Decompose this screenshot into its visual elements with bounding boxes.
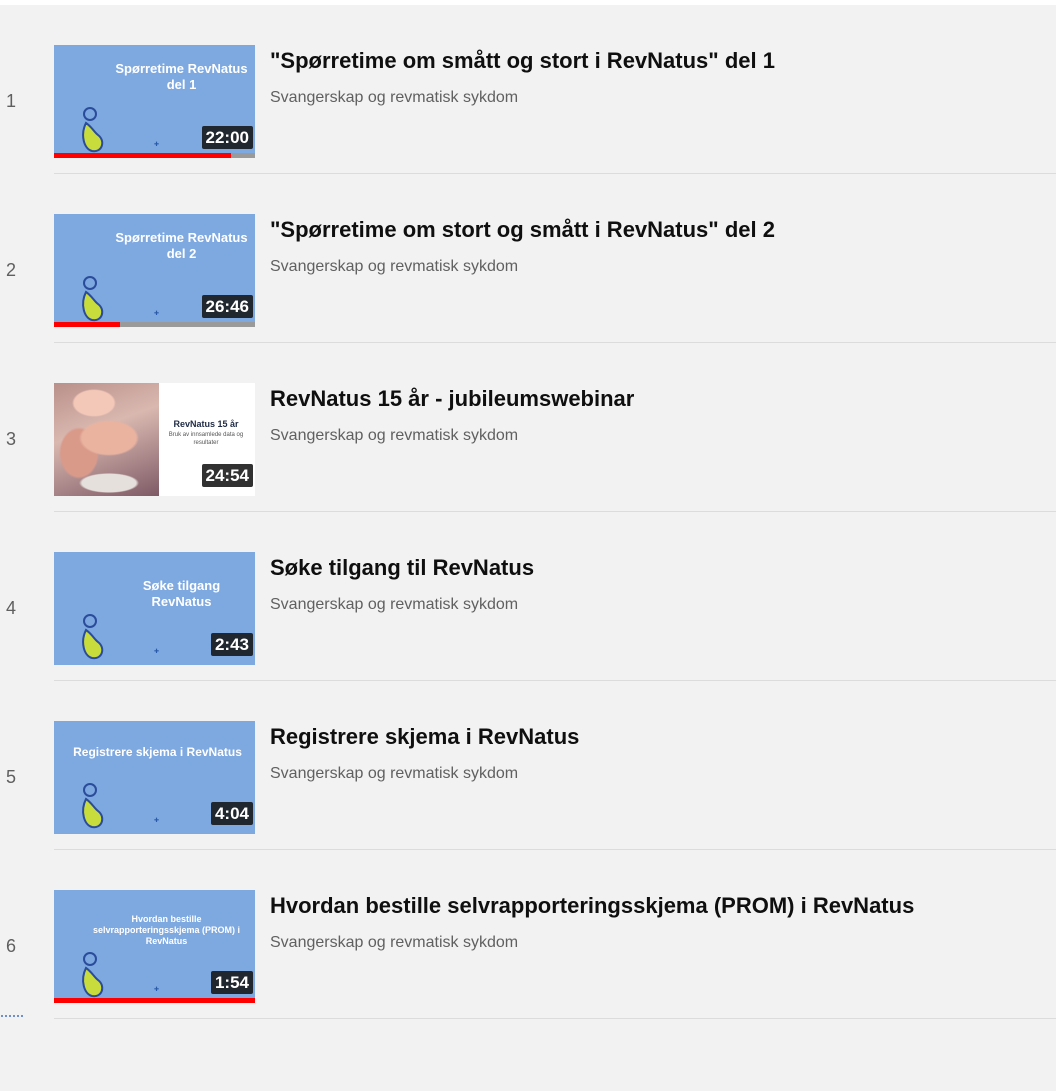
pregnant-figure-icon: [82, 783, 104, 829]
item-index: 3: [6, 429, 17, 449]
watch-progress: [54, 153, 255, 158]
thumbnail-text: Hvordan bestille selvrapporteringsskjema…: [92, 914, 241, 946]
playlist-panel: 1 Spørretime RevNatus del 1 ✚ 22:00 "Spø…: [0, 5, 1056, 1091]
duration-badge: 4:04: [210, 802, 253, 825]
channel-name[interactable]: Svangerskap og revmatisk sykdom: [270, 765, 1046, 783]
video-thumbnail[interactable]: Spørretime RevNatus del 1 ✚ 22:00: [54, 45, 255, 158]
channel-name[interactable]: Svangerskap og revmatisk sykdom: [270, 258, 1046, 276]
playlist-item[interactable]: 5 Registrere skjema i RevNatus ✚ 4:04 Re…: [0, 681, 1056, 850]
video-thumbnail[interactable]: Registrere skjema i RevNatus ✚ 4:04: [54, 721, 255, 834]
video-info: "Spørretime om stort og smått i RevNatus…: [270, 216, 1046, 276]
watch-progress-fill: [54, 322, 121, 327]
playlist-item[interactable]: 3 RevNatus 15 år Bruk av innsamlede data…: [0, 343, 1056, 512]
thumbnail-text: Søke tilgang RevNatus: [142, 578, 221, 609]
video-title[interactable]: "Spørretime om smått og stort i RevNatus…: [270, 47, 1046, 75]
baby-feet-image: [54, 383, 159, 496]
channel-name[interactable]: Svangerskap og revmatisk sykdom: [270, 89, 1046, 107]
logo-icon: ✚: [154, 818, 160, 824]
video-title[interactable]: "Spørretime om stort og smått i RevNatus…: [270, 216, 1046, 244]
video-thumbnail[interactable]: RevNatus 15 år Bruk av innsamlede data o…: [54, 383, 255, 496]
video-info: RevNatus 15 år - jubileumswebinar Svange…: [270, 385, 1046, 445]
playlist-item[interactable]: 1 Spørretime RevNatus del 1 ✚ 22:00 "Spø…: [0, 5, 1056, 174]
item-index: 5: [6, 767, 17, 787]
pregnant-figure-icon: [82, 276, 104, 322]
video-info: "Spørretime om smått og stort i RevNatus…: [270, 47, 1046, 107]
row-divider: [54, 1018, 1056, 1019]
video-thumbnail[interactable]: Spørretime RevNatus del 2 ✚ 26:46: [54, 214, 255, 327]
thumbnail-text: Registrere skjema i RevNatus: [73, 745, 242, 759]
video-title[interactable]: Søke tilgang til RevNatus: [270, 554, 1046, 582]
logo-icon: ✚: [154, 649, 160, 655]
watch-progress: [54, 322, 255, 327]
thumbnail-text: RevNatus 15 år: [173, 419, 239, 429]
channel-name[interactable]: Svangerskap og revmatisk sykdom: [270, 596, 1046, 614]
video-title[interactable]: RevNatus 15 år - jubileumswebinar: [270, 385, 1046, 413]
logo-icon: ✚: [154, 142, 160, 148]
duration-badge: 22:00: [201, 126, 253, 149]
item-index: 1: [6, 91, 17, 111]
watch-progress-fill: [54, 153, 231, 158]
watch-progress: [54, 998, 255, 1003]
item-index: 2: [6, 260, 17, 280]
logo-icon: ✚: [154, 311, 160, 317]
thumbnail-text: Spørretime RevNatus del 2: [115, 230, 248, 261]
video-thumbnail[interactable]: Søke tilgang RevNatus ✚ 2:43: [54, 552, 255, 665]
channel-name[interactable]: Svangerskap og revmatisk sykdom: [270, 934, 1046, 952]
playlist-item[interactable]: 6 Hvordan bestille selvrapporteringsskje…: [0, 850, 1056, 1019]
duration-badge: 24:54: [201, 464, 253, 487]
duration-badge: 1:54: [210, 971, 253, 994]
playlist: 1 Spørretime RevNatus del 1 ✚ 22:00 "Spø…: [0, 5, 1056, 1019]
duration-badge: 2:43: [210, 633, 253, 656]
video-info: Registrere skjema i RevNatus Svangerskap…: [270, 723, 1046, 783]
video-thumbnail[interactable]: Hvordan bestille selvrapporteringsskjema…: [54, 890, 255, 1003]
pregnant-figure-icon: [82, 107, 104, 153]
video-title[interactable]: Hvordan bestille selvrapporteringsskjema…: [270, 892, 1046, 920]
playlist-item[interactable]: 4 Søke tilgang RevNatus ✚ 2:43 Søke tilg…: [0, 512, 1056, 681]
channel-name[interactable]: Svangerskap og revmatisk sykdom: [270, 427, 1046, 445]
video-info: Hvordan bestille selvrapporteringsskjema…: [270, 892, 1046, 952]
duration-badge: 26:46: [201, 295, 253, 318]
playlist-item[interactable]: 2 Spørretime RevNatus del 2 ✚ 26:46 "Spø…: [0, 174, 1056, 343]
video-info: Søke tilgang til RevNatus Svangerskap og…: [270, 554, 1046, 614]
dotted-line-decoration: [0, 1015, 23, 1017]
item-index: 4: [6, 598, 17, 618]
pregnant-figure-icon: [82, 614, 104, 660]
video-title[interactable]: Registrere skjema i RevNatus: [270, 723, 1046, 751]
thumbnail-text: Spørretime RevNatus del 1: [115, 61, 248, 92]
watch-progress-fill: [54, 998, 255, 1003]
pregnant-figure-icon: [82, 952, 104, 998]
item-index: 6: [6, 936, 17, 956]
logo-icon: ✚: [154, 987, 160, 993]
thumbnail-subtext: Bruk av innsamlede data og resultater: [168, 432, 244, 446]
